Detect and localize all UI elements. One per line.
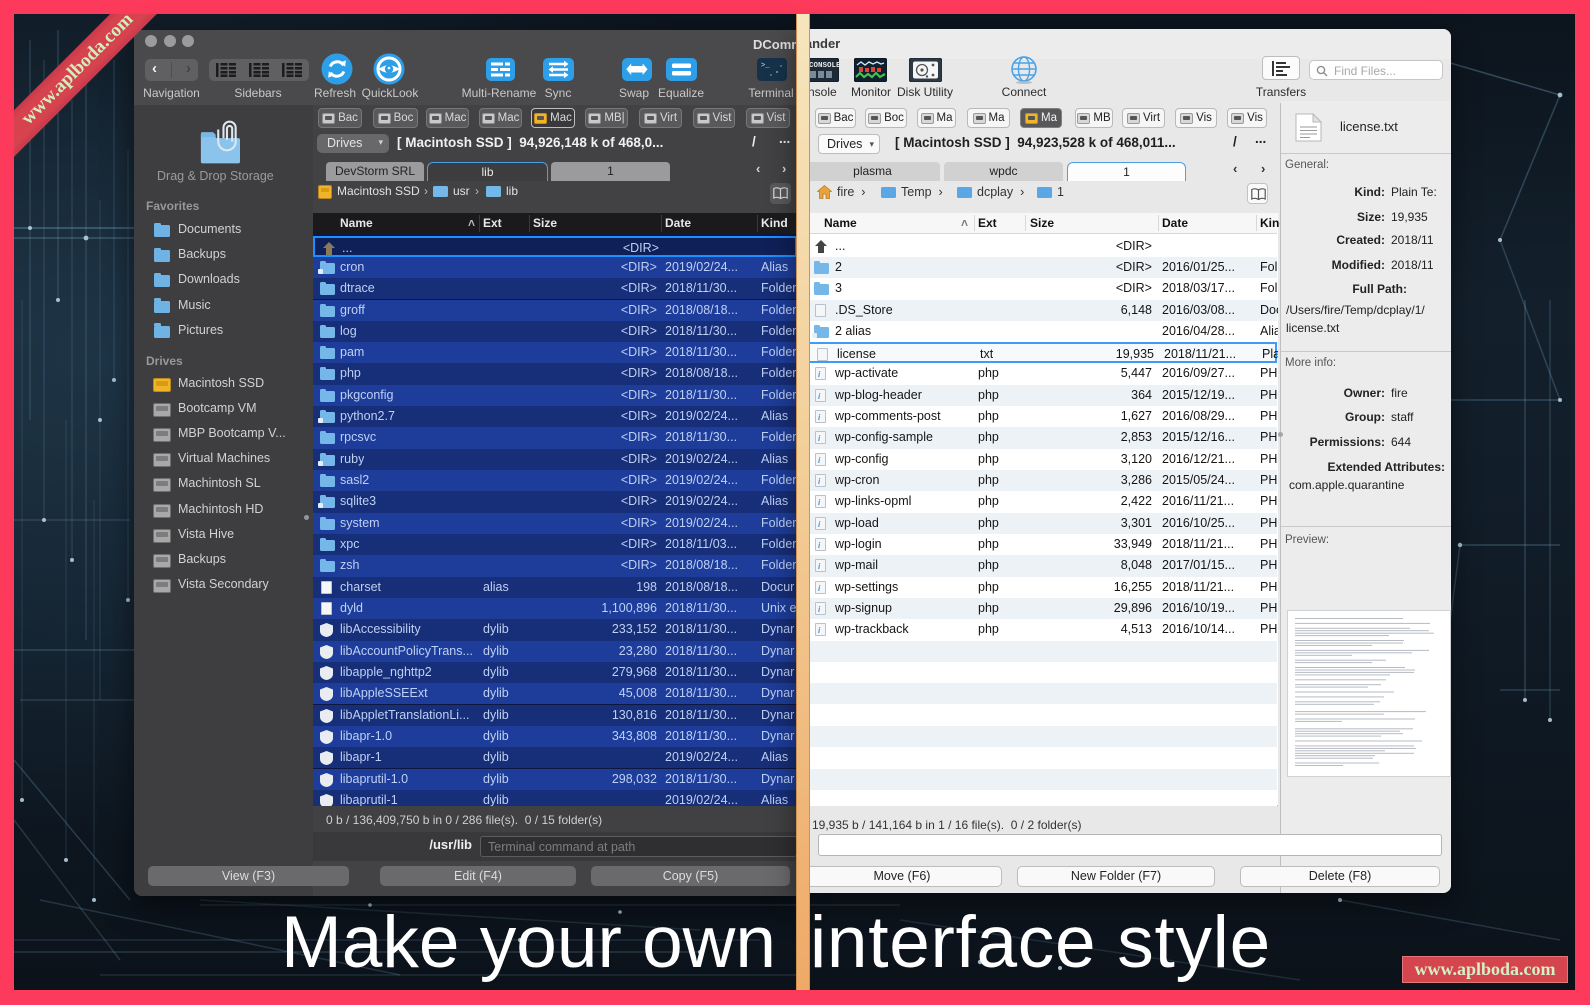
svg-text:>_: >_ — [761, 62, 770, 70]
